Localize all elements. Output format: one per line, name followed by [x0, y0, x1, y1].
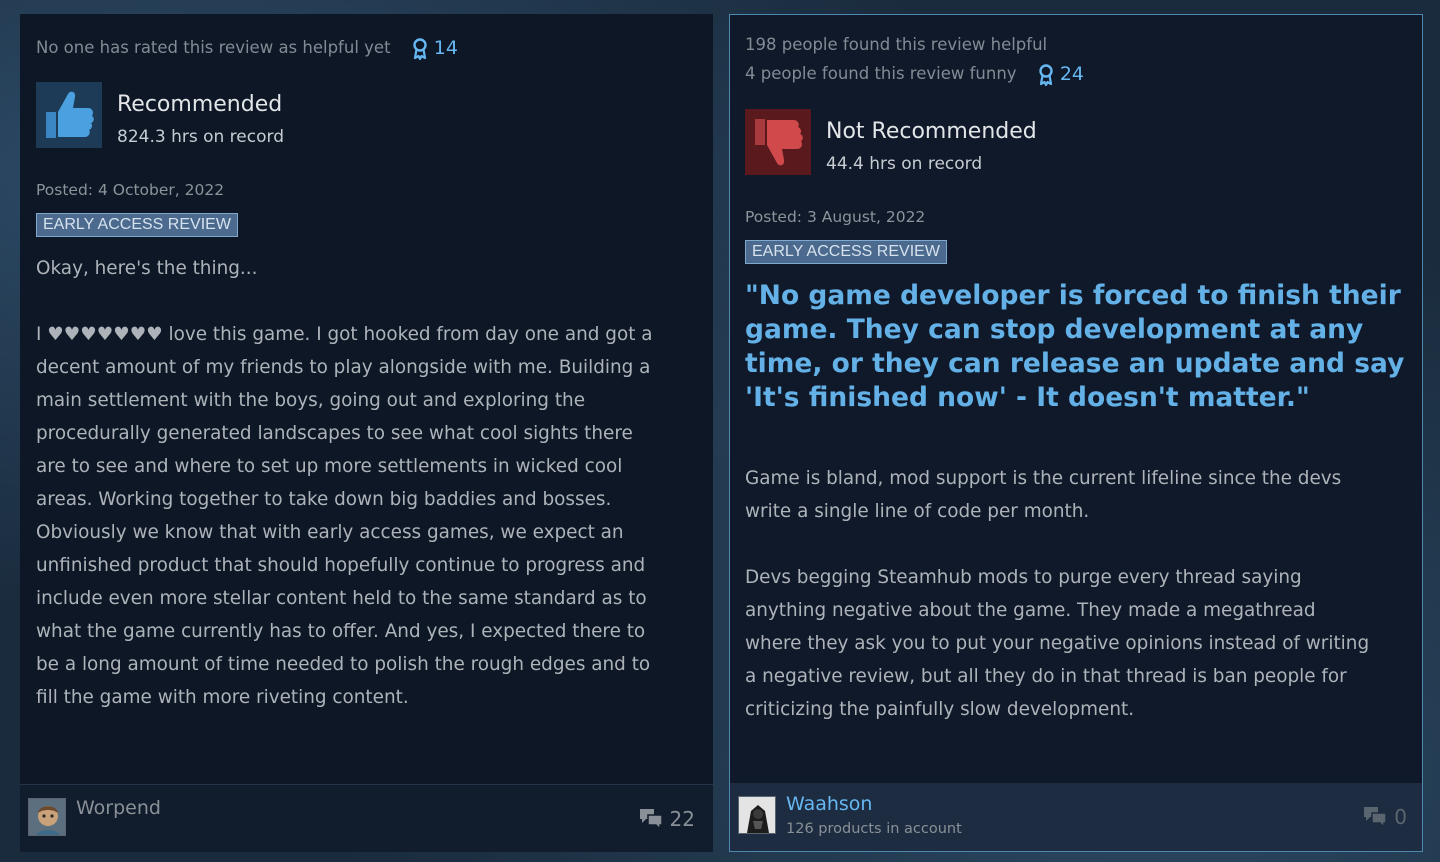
avatar[interactable] [738, 796, 776, 834]
review-text-line: write a single line of code per month. [745, 501, 1090, 522]
review-text-line: fill the game with more riveting content… [36, 687, 409, 708]
review-text-line: anything negative about the game. They m… [745, 600, 1316, 621]
helpful-count-text: No one has rated this review as helpful … [36, 38, 391, 57]
review-verdict[interactable]: Not Recommended [826, 119, 1037, 144]
helpful-count-text: 198 people found this review helpful [745, 35, 1048, 54]
author-name[interactable]: Waahson [786, 793, 872, 815]
review-text-line: include even more stellar content held t… [36, 588, 647, 609]
hours-on-record: 824.3 hrs on record [117, 127, 284, 147]
products-in-account: 126 products in account [786, 821, 962, 837]
review-text-line: procedurally generated landscapes to see… [36, 423, 633, 444]
award-ribbon-icon [413, 37, 427, 60]
comment-count: 22 [669, 807, 695, 831]
review-verdict[interactable]: Recommended [117, 92, 282, 117]
review-header: No one has rated this review as helpful … [36, 33, 458, 63]
review-text-line: where they ask you to put your negative … [745, 633, 1370, 654]
avatar-image-icon [739, 797, 775, 833]
reviews-page: No one has rated this review as helpful … [0, 0, 1440, 862]
early-access-badge: EARLY ACCESS REVIEW [36, 213, 238, 237]
review-quote: "No game developer is forced to finish t… [745, 279, 1404, 415]
comment-count-button[interactable]: 0 [1362, 805, 1407, 829]
review-text-line: Game is bland, mod support is the curren… [745, 468, 1342, 489]
recommendation-thumb[interactable] [745, 109, 811, 175]
author-name[interactable]: Worpend [76, 797, 161, 819]
review-text-line: Obviously we know that with early access… [36, 522, 624, 543]
review-text-line: what the game currently has to offer. An… [36, 621, 646, 642]
avatar[interactable] [28, 798, 66, 836]
review-body: Game is bland, mod support is the curren… [745, 462, 1369, 726]
review-body: Okay, here's the thing... I ♥♥♥♥♥♥♥ love… [36, 252, 653, 714]
review-text-line: a negative review, but all they do in th… [745, 666, 1347, 687]
review-card: 198 people found this review helpful 4 p… [729, 14, 1423, 852]
review-text-line: decent amount of my friends to play alon… [36, 357, 651, 378]
posted-date: Posted: 4 October, 2022 [36, 181, 225, 199]
review-text-line: are to see and where to set up more sett… [36, 456, 623, 477]
review-text-line: be a long amount of time needed to polis… [36, 654, 651, 675]
comment-count-button[interactable]: 22 [638, 807, 695, 831]
avatar-image-icon [29, 799, 65, 835]
quote-line: "No game developer is forced to finish t… [745, 280, 1401, 311]
posted-date: Posted: 3 August, 2022 [745, 208, 926, 226]
comment-bubbles-icon [639, 809, 663, 831]
review-text-line: Okay, here's the thing... [36, 258, 258, 279]
review-text-line: unfinished product that should hopefully… [36, 555, 646, 576]
award-count: 14 [433, 37, 458, 59]
review-footer: Worpend 22 [20, 784, 713, 852]
comment-bubbles-icon [1364, 807, 1388, 829]
helpful-line: No one has rated this review as helpful … [36, 33, 458, 63]
thumbs-down-icon [745, 109, 811, 175]
quote-line: 'It's finished now' - It doesn't matter.… [745, 382, 1310, 413]
quote-line: time, or they can release an update and … [745, 348, 1405, 379]
review-text-line: Devs begging Steamhub mods to purge ever… [745, 567, 1302, 588]
review-text-line: I ♥♥♥♥♥♥♥ love this game. I got hooked f… [36, 324, 653, 345]
thumbs-up-icon [36, 82, 102, 148]
review-text-line: criticizing the painfully slow developme… [745, 699, 1135, 720]
review-header: 198 people found this review helpful 4 p… [745, 30, 1084, 89]
award-button[interactable]: 14 [412, 34, 458, 63]
review-text-line [745, 528, 1369, 561]
award-ribbon-icon [1039, 63, 1053, 86]
funny-line: 4 people found this review funny 24 [745, 59, 1084, 89]
early-access-badge: EARLY ACCESS REVIEW [745, 240, 947, 264]
review-text-line: main settlement with the boys, going out… [36, 390, 586, 411]
award-count: 24 [1059, 63, 1085, 85]
funny-count-text: 4 people found this review funny [745, 64, 1017, 83]
review-text-line [36, 285, 653, 318]
hours-on-record: 44.4 hrs on record [826, 154, 983, 174]
quote-line: game. They can stop development at any [745, 314, 1364, 345]
review-card: No one has rated this review as helpful … [20, 14, 713, 852]
review-footer: Waahson 126 products in account 0 [730, 783, 1422, 851]
review-text-line: areas. Working together to take down big… [36, 489, 612, 510]
comment-count: 0 [1394, 805, 1407, 829]
award-button[interactable]: 24 [1038, 60, 1084, 89]
recommendation-thumb[interactable] [36, 82, 102, 148]
